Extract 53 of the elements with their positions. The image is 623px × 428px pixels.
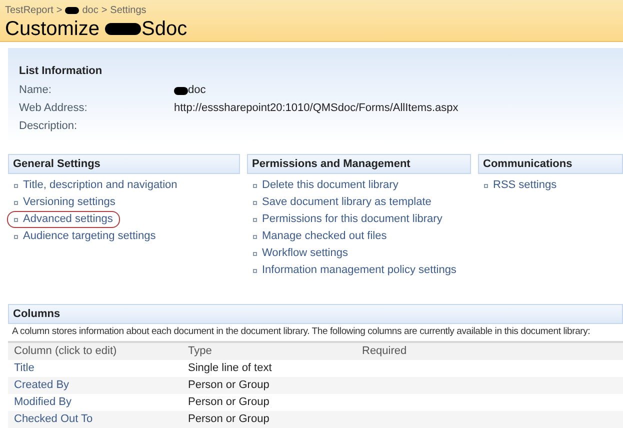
column-link[interactable]: Created By xyxy=(14,377,188,394)
redaction-mark xyxy=(174,86,188,94)
section-heading: Columns xyxy=(8,304,623,324)
breadcrumb-link[interactable]: Settings xyxy=(110,3,146,18)
option-link[interactable]: Versioning settings xyxy=(8,194,122,211)
bullet-icon xyxy=(253,218,257,222)
bullet-icon xyxy=(14,184,18,188)
field-value: http://esssharepoint20:1010/QMSdoc/Forms/AllItems.aspx xyxy=(174,101,458,116)
option-link[interactable]: Audience targeting settings xyxy=(8,228,162,245)
column-link[interactable]: Modified By xyxy=(14,394,188,411)
column-link[interactable]: Checked Out To xyxy=(14,411,188,428)
page-title: Customize xyxy=(5,18,100,40)
option-link[interactable]: Workflow settings xyxy=(247,245,354,262)
column-header: Type xyxy=(188,344,213,360)
bullet-icon xyxy=(484,184,488,188)
table-cell-text: Person or Group xyxy=(188,395,270,410)
redaction-mark xyxy=(105,23,142,35)
option-link[interactable]: Information management policy settings xyxy=(247,262,462,279)
panel-heading: List Information xyxy=(19,64,104,79)
bullet-icon xyxy=(14,200,18,204)
column-link[interactable]: Title xyxy=(14,360,188,377)
field-label: Web Address: xyxy=(19,101,88,116)
bullet-icon xyxy=(253,184,257,188)
field-label: Description: xyxy=(19,119,78,134)
section-heading: Permissions and Management xyxy=(247,154,471,174)
column-header: Column (click to edit) xyxy=(14,344,118,360)
field-value: doc xyxy=(188,83,206,98)
field-label: Name: xyxy=(19,83,52,98)
option-link[interactable]: RSS settings xyxy=(478,177,563,194)
redaction-mark xyxy=(65,7,80,14)
bullet-icon xyxy=(253,252,257,256)
bullet-icon xyxy=(14,218,18,222)
option-link[interactable]: Save document library as template xyxy=(247,194,438,211)
section-heading: General Settings xyxy=(8,154,240,174)
option-link[interactable]: Title, description and navigation xyxy=(8,177,184,194)
breadcrumb-separator: > xyxy=(101,4,108,18)
option-link[interactable]: Permissions for this document library xyxy=(247,211,448,228)
breadcrumb-link[interactable]: doc xyxy=(82,3,98,18)
bullet-icon xyxy=(253,200,257,204)
page-title-name: Sdoc xyxy=(141,18,188,40)
breadcrumb-link[interactable]: TestReport xyxy=(5,3,54,18)
option-link[interactable]: Delete this document library xyxy=(247,177,404,194)
column-header: Required xyxy=(362,344,407,360)
option-link[interactable]: Manage checked out files xyxy=(247,228,393,245)
breadcrumb-separator: > xyxy=(56,4,62,18)
option-link[interactable]: Advanced settings xyxy=(7,211,120,228)
section-heading: Communications xyxy=(478,154,623,174)
bullet-icon xyxy=(14,234,18,238)
bullet-icon xyxy=(253,268,257,272)
bullet-icon xyxy=(253,234,257,238)
table-cell-text: Person or Group xyxy=(188,378,270,394)
table-cell-text: Person or Group xyxy=(188,412,270,428)
table-cell-text: Single line of text xyxy=(188,361,272,376)
